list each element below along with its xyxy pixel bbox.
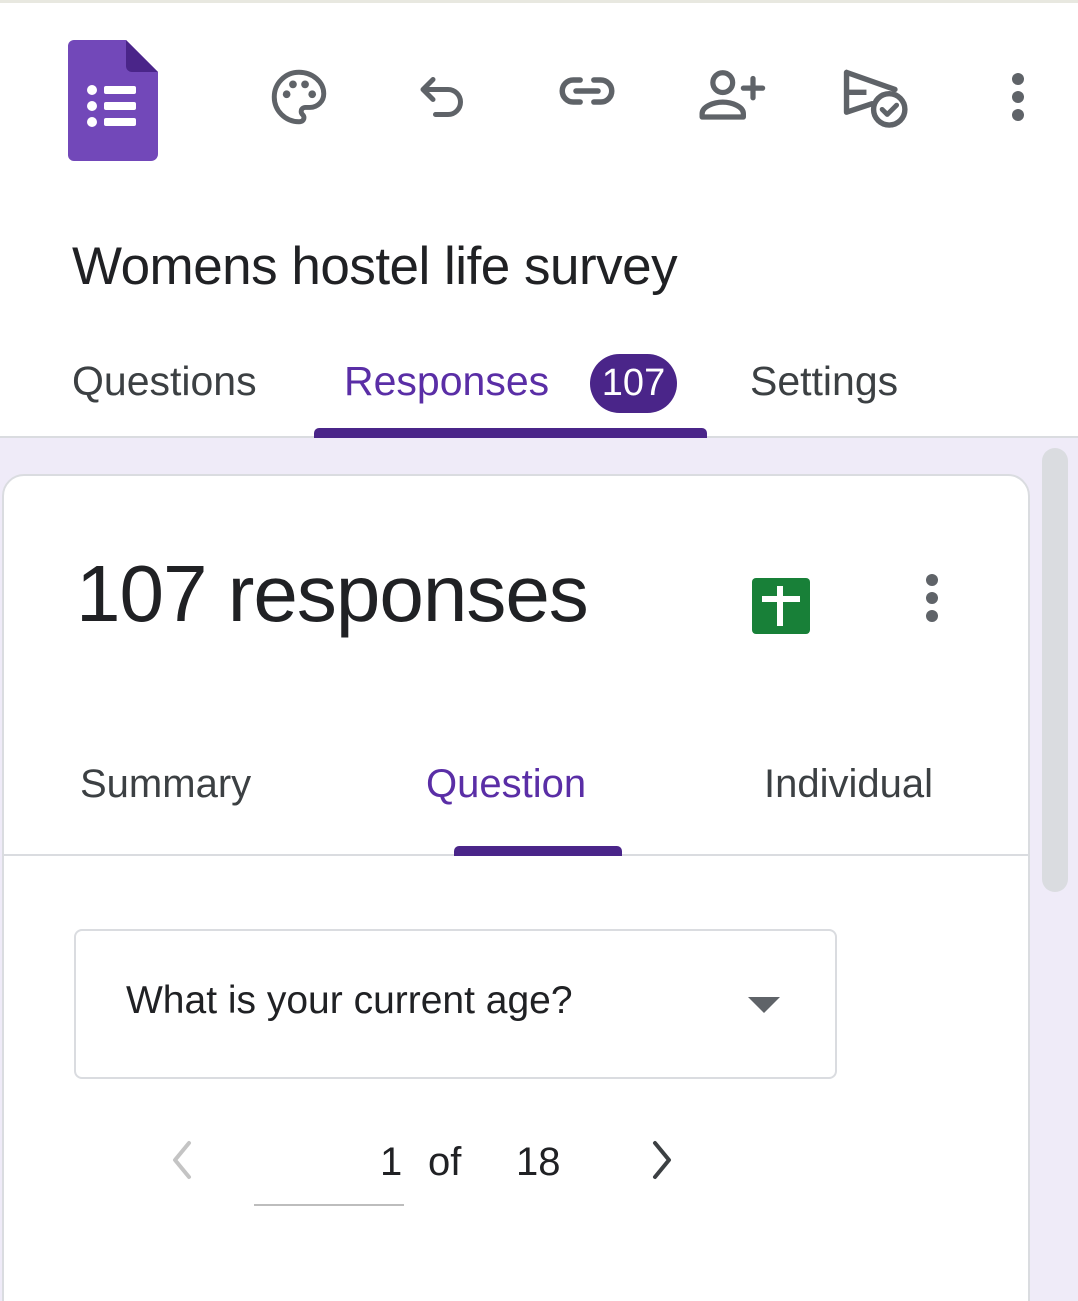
subtab-question[interactable]: Question: [426, 762, 586, 807]
scrollbar[interactable]: [1042, 448, 1068, 892]
google-sheets-icon[interactable]: [752, 578, 810, 634]
pager-total: 18: [516, 1140, 561, 1184]
main-tabs: Questions Responses 107 Settings: [0, 340, 1078, 438]
send-icon[interactable]: [836, 58, 914, 138]
active-subtab-indicator: [454, 846, 622, 856]
responses-count-badge: 107: [590, 354, 677, 413]
top-toolbar: [0, 0, 1078, 190]
next-question-icon[interactable]: [640, 1132, 684, 1188]
response-view-tabs: Summary Question Individual: [4, 740, 1028, 856]
subtab-summary[interactable]: Summary: [80, 762, 251, 807]
more-vert-icon[interactable]: [996, 60, 1040, 134]
pager-of-label: of: [428, 1140, 462, 1184]
question-select-value: What is your current age?: [126, 979, 573, 1022]
tab-settings[interactable]: Settings: [750, 358, 898, 405]
question-select[interactable]: What is your current age?: [74, 929, 837, 1079]
google-forms-icon[interactable]: [68, 40, 158, 162]
link-icon[interactable]: [550, 54, 624, 128]
active-tab-indicator: [314, 428, 707, 438]
pager-current[interactable]: 1: [380, 1140, 402, 1185]
responses-count-heading: 107 responses: [76, 549, 589, 638]
pager-input-underline: [254, 1204, 404, 1206]
subtab-individual[interactable]: Individual: [764, 762, 933, 807]
tab-responses[interactable]: Responses: [344, 358, 549, 405]
responses-more-icon[interactable]: [912, 566, 952, 630]
palette-icon[interactable]: [262, 60, 336, 134]
form-title[interactable]: Womens hostel life survey: [72, 236, 678, 297]
previous-question-icon[interactable]: [160, 1132, 204, 1188]
undo-icon[interactable]: [406, 60, 480, 134]
tab-questions[interactable]: Questions: [72, 358, 257, 405]
add-collaborator-icon[interactable]: [692, 58, 770, 132]
dropdown-arrow-icon: [748, 997, 780, 1013]
